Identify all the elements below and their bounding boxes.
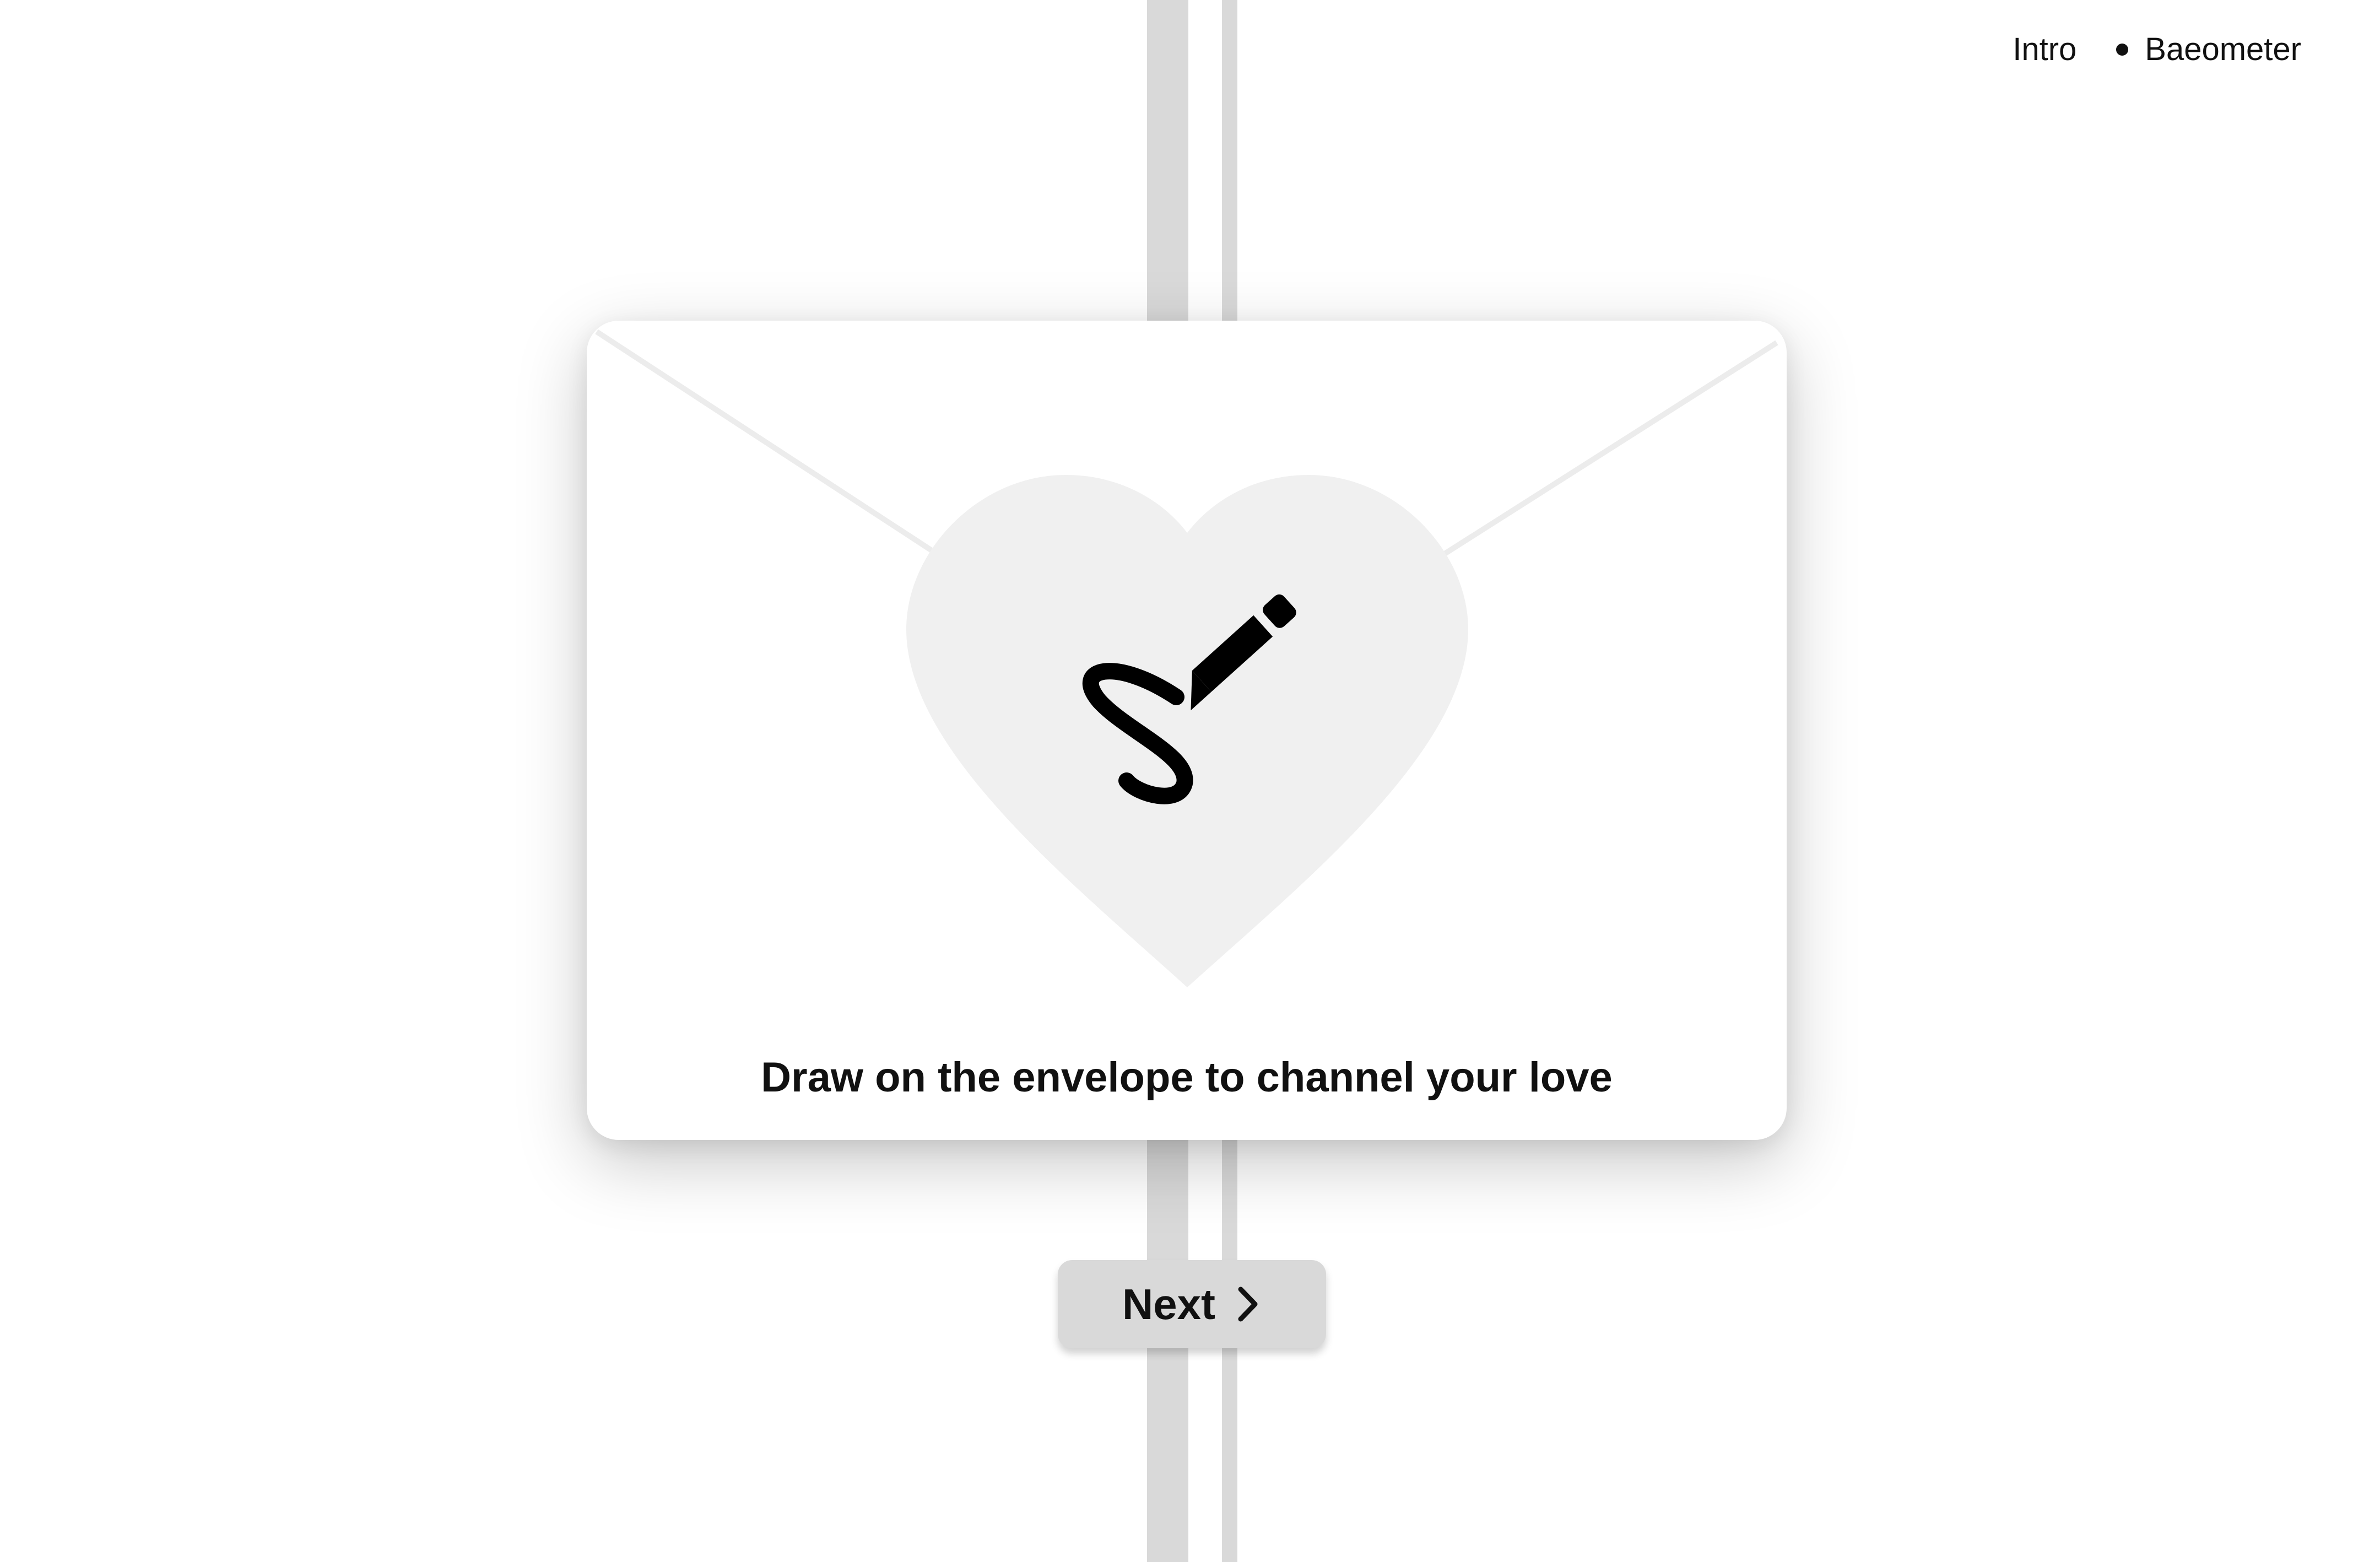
top-nav: Intro Baeometer	[2013, 28, 2301, 72]
envelope-artwork	[595, 329, 1778, 987]
page: Intro Baeometer Draw on the envelope to …	[0, 0, 2380, 1562]
next-button[interactable]: Next	[1058, 1260, 1326, 1348]
heart-icon	[906, 475, 1468, 987]
next-button-label: Next	[1122, 1279, 1216, 1328]
nav-item-intro[interactable]: Intro	[2013, 28, 2076, 72]
envelope-drawing-area[interactable]: Draw on the envelope to channel your lov…	[587, 321, 1787, 1140]
nav-item-baeometer[interactable]: Baeometer	[2145, 28, 2301, 72]
current-page-dot-icon	[2116, 44, 2129, 56]
envelope-caption: Draw on the envelope to channel your lov…	[761, 1054, 1613, 1101]
chevron-right-icon	[1238, 1287, 1258, 1322]
